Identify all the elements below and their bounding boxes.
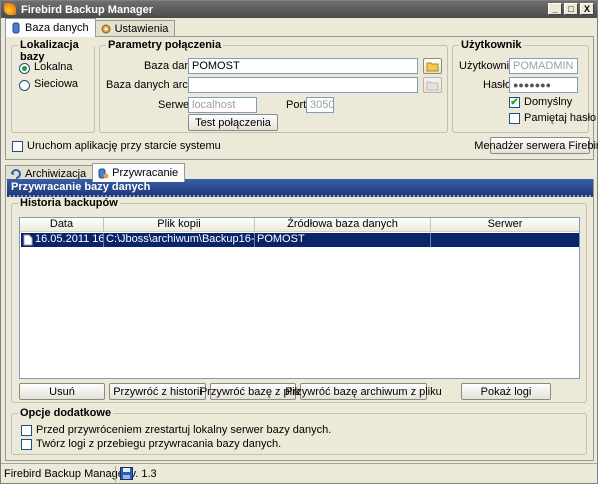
restore-from-history-button[interactable]: Przywróć z historii: [109, 383, 206, 400]
table-row[interactable]: 16.05.2011 16:39 C:\Jboss\archiwum\Backu…: [21, 233, 579, 247]
db-input[interactable]: POMOST: [188, 58, 418, 74]
tab-label: Przywracanie: [112, 167, 179, 179]
folder-icon: [426, 81, 439, 90]
window-title: Firebird Backup Manager: [21, 3, 154, 16]
autostart-label: Uruchom aplikację przy starcie systemu: [27, 140, 221, 152]
extra-options-title: Opcje dodatkowe: [18, 407, 114, 419]
autostart-checkbox[interactable]: [12, 141, 23, 152]
cell-server: [431, 233, 579, 247]
user-group: Użytkownik Użytkownik: POMADMIN Hasło: ●…: [452, 39, 596, 133]
create-logs-checkbox[interactable]: [21, 439, 32, 450]
radio-network[interactable]: [19, 80, 30, 91]
user-input[interactable]: POMADMIN: [509, 58, 578, 74]
column-header-file[interactable]: Plik kopii: [104, 218, 255, 232]
restart-server-checkbox[interactable]: [21, 425, 32, 436]
archive-browse-button[interactable]: [423, 77, 442, 93]
cell-date: 16.05.2011 16:39: [21, 233, 104, 247]
column-header-server[interactable]: Serwer: [431, 218, 579, 232]
column-header-source[interactable]: Źródłowa baza danych: [255, 218, 431, 232]
extra-options-group: Opcje dodatkowe Przed przywróceniem zres…: [11, 407, 587, 455]
restore-from-file-button[interactable]: Przywróć bazę z pliku: [200, 383, 306, 400]
cell-date-text: 16.05.2011 16:39: [35, 233, 104, 245]
table-header: Data Plik kopii Źródłowa baza danych Ser…: [20, 218, 579, 232]
firebird-server-manager-button[interactable]: Menadżer serwera Firebird: [474, 137, 598, 154]
create-logs-label: Twórz logi z przebiegu przywracania bazy…: [36, 438, 282, 450]
password-input[interactable]: ●●●●●●●: [509, 77, 578, 93]
column-header-date[interactable]: Data: [20, 218, 104, 232]
test-connection-button[interactable]: Test połączenia: [188, 114, 278, 131]
server-input[interactable]: localhost: [188, 97, 257, 113]
database-tab-panel: Lokalizacja bazy Lokalna Sieciowa Parame…: [5, 36, 598, 160]
db-browse-button[interactable]: [423, 58, 442, 74]
firebird-app-icon: [4, 3, 16, 15]
remember-password-checkbox[interactable]: [509, 113, 520, 124]
port-input[interactable]: 3050: [306, 97, 334, 113]
close-button[interactable]: X: [580, 3, 594, 15]
archive-input[interactable]: [188, 77, 418, 93]
restart-server-label: Przed przywróceniem zrestartuj lokalny s…: [36, 424, 332, 436]
folder-icon: [426, 62, 439, 71]
default-label: Domyślny: [524, 96, 573, 108]
location-group-title: Lokalizacja bazy: [18, 39, 94, 63]
status-divider: [115, 466, 116, 482]
save-icon[interactable]: [120, 467, 133, 483]
radio-local[interactable]: [19, 63, 30, 74]
history-group-title: Historia backupów: [18, 197, 120, 209]
minimize-button[interactable]: _: [548, 3, 562, 15]
tab-baza-danych[interactable]: Baza danych: [5, 18, 96, 37]
cell-source: POMOST: [255, 233, 431, 247]
main-tabs: Baza danych Ustawienia: [5, 18, 176, 37]
delete-button[interactable]: Usuń: [19, 383, 105, 400]
status-bar: Firebird Backup Manager v. 1.3: [1, 463, 597, 483]
show-logs-button[interactable]: Pokaż logi: [461, 383, 551, 400]
connection-group-title: Parametry połączenia: [106, 39, 224, 51]
tab-label: Ustawienia: [114, 23, 169, 35]
app-window: Firebird Backup Manager _ □ X Baza danyc…: [0, 0, 598, 484]
title-bar[interactable]: Firebird Backup Manager _ □ X: [1, 1, 597, 18]
default-checkbox[interactable]: ✔: [509, 97, 520, 108]
gear-icon: [100, 23, 112, 35]
tab-ustawienia[interactable]: Ustawienia: [94, 20, 176, 37]
radio-network-label: Sieciowa: [34, 78, 79, 90]
version-text: Firebird Backup Manager v. 1.3: [4, 468, 157, 480]
tab-label: Baza danych: [25, 22, 89, 34]
backup-history-table[interactable]: Data Plik kopii Źródłowa baza danych Ser…: [19, 217, 580, 379]
location-group: Lokalizacja bazy Lokalna Sieciowa: [11, 39, 95, 133]
database-icon: [10, 22, 22, 34]
connection-group: Parametry połączenia Baza danych: POMOST…: [99, 39, 448, 133]
radio-local-label: Lokalna: [34, 61, 73, 73]
restore-icon: [97, 167, 109, 179]
remember-password-label: Pamiętaj hasło: [524, 112, 597, 124]
user-group-title: Użytkownik: [459, 39, 524, 51]
maximize-button[interactable]: □: [564, 3, 578, 15]
restore-archive-from-file-button[interactable]: Przywróć bazę archiwum z pliku: [285, 383, 442, 400]
file-icon: [23, 234, 33, 246]
cell-file: C:\Jboss\archiwum\Backup16-05-2011.gbk: [106, 233, 255, 247]
tab-przywracanie[interactable]: Przywracanie: [92, 163, 186, 182]
